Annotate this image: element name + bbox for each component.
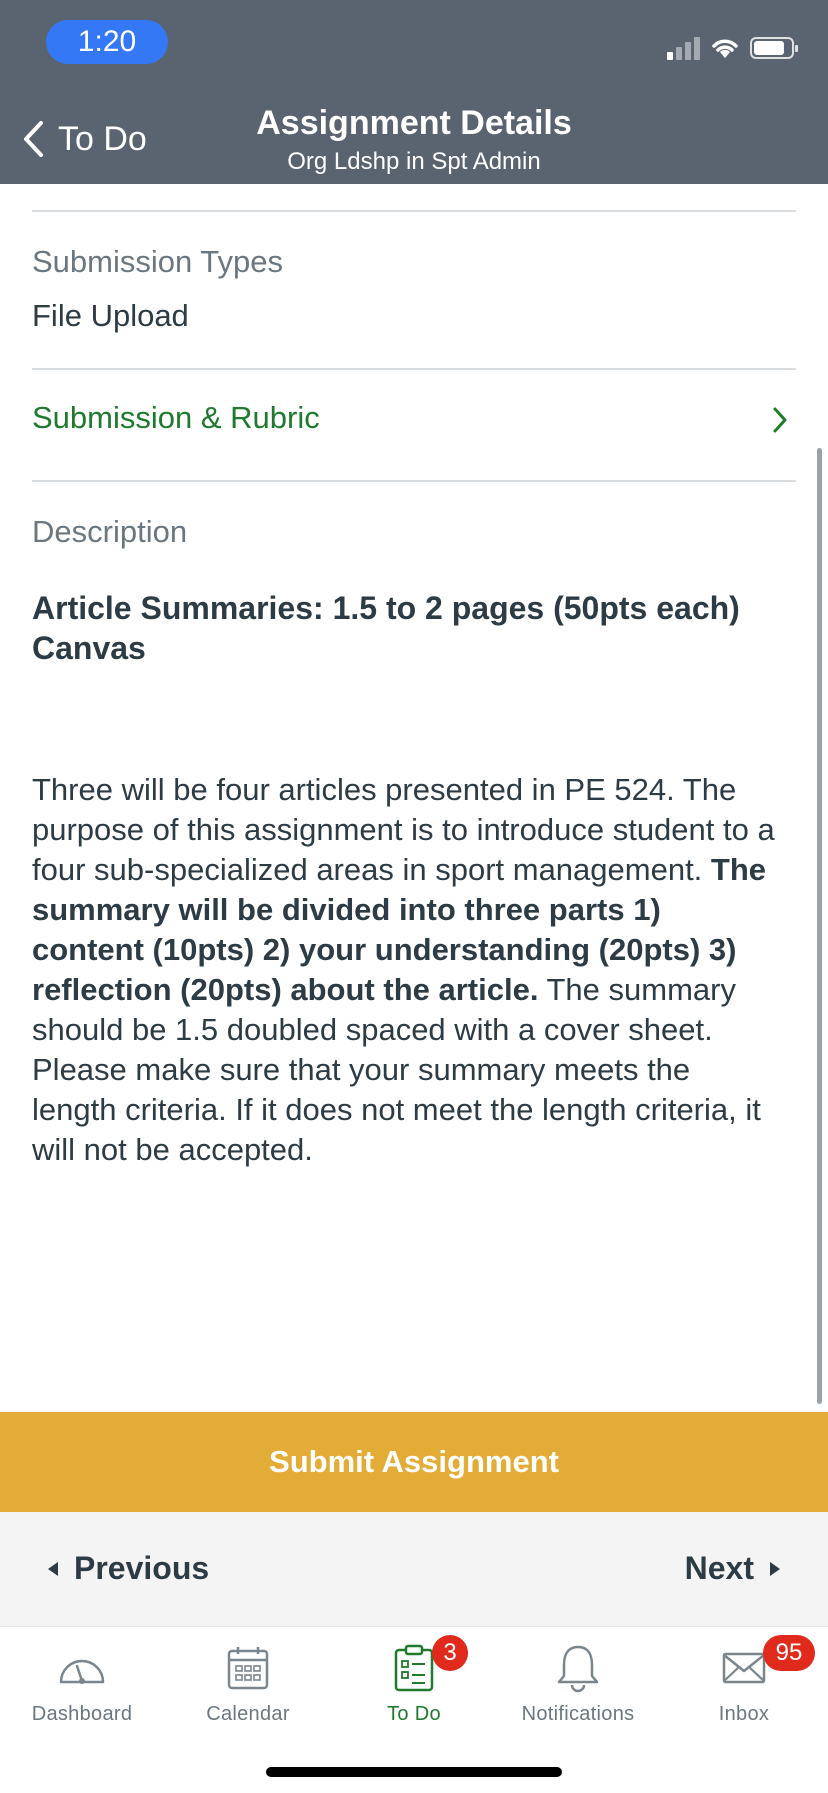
description-label: Description (32, 514, 188, 549)
status-time: 1:20 (46, 20, 168, 64)
submit-assignment-button[interactable]: Submit Assignment (0, 1412, 828, 1512)
divider (32, 480, 796, 482)
next-label: Next (684, 1550, 754, 1586)
inbox-badge: 95 (763, 1635, 815, 1671)
tab-dashboard[interactable]: Dashboard (7, 1641, 157, 1726)
submission-rubric-label: Submission & Rubric (32, 400, 320, 435)
home-indicator[interactable] (266, 1767, 562, 1777)
submission-types-label: Submission Types (32, 244, 283, 279)
description-body: Three will be four articles presented in… (32, 770, 776, 1170)
wifi-icon (712, 39, 738, 58)
scrollbar[interactable] (817, 448, 822, 1404)
description-text: Three will be four articles presented in… (32, 772, 775, 887)
todo-badge: 3 (432, 1635, 468, 1671)
bell-icon (557, 1645, 599, 1693)
tab-notifications[interactable]: Notifications (503, 1641, 653, 1726)
caret-left-icon (48, 1561, 58, 1576)
tab-label: Calendar (206, 1703, 290, 1725)
cellular-signal-icon (667, 36, 700, 60)
page-title: Assignment Details (256, 104, 572, 142)
divider (32, 210, 796, 212)
calendar-icon (227, 1647, 269, 1690)
previous-label: Previous (74, 1550, 210, 1586)
tab-label: Dashboard (31, 1703, 133, 1725)
submission-types-value: File Upload (32, 298, 189, 333)
chevron-right-icon (773, 407, 787, 433)
tab-label: To Do (387, 1703, 441, 1725)
dashboard-icon (59, 1659, 105, 1684)
mail-icon (722, 1652, 766, 1684)
battery-icon (750, 37, 798, 59)
description-title: Article Summaries: 1.5 to 2 pages (50pts… (32, 590, 740, 666)
todo-icon (394, 1644, 434, 1692)
next-button[interactable]: Next (685, 1550, 780, 1587)
pager: Previous Next (0, 1512, 828, 1626)
nav-header: 1:20 To Do Assignment Details Org Ldshp … (0, 0, 828, 184)
tab-calendar[interactable]: Calendar (173, 1641, 323, 1726)
status-icons (667, 34, 798, 62)
caret-right-icon (770, 1561, 780, 1576)
tab-label: Inbox (718, 1703, 770, 1725)
tab-inbox[interactable]: 95 Inbox (669, 1635, 819, 1726)
submission-rubric-link[interactable]: Submission & Rubric (0, 370, 828, 480)
tab-label: Notifications (521, 1703, 635, 1725)
page-subtitle: Org Ldshp in Spt Admin (287, 148, 541, 175)
previous-button[interactable]: Previous (48, 1550, 209, 1587)
assignment-details-content[interactable]: Submission Types File Upload Submission … (0, 184, 828, 1412)
tab-todo[interactable]: 3 To Do (339, 1635, 489, 1726)
